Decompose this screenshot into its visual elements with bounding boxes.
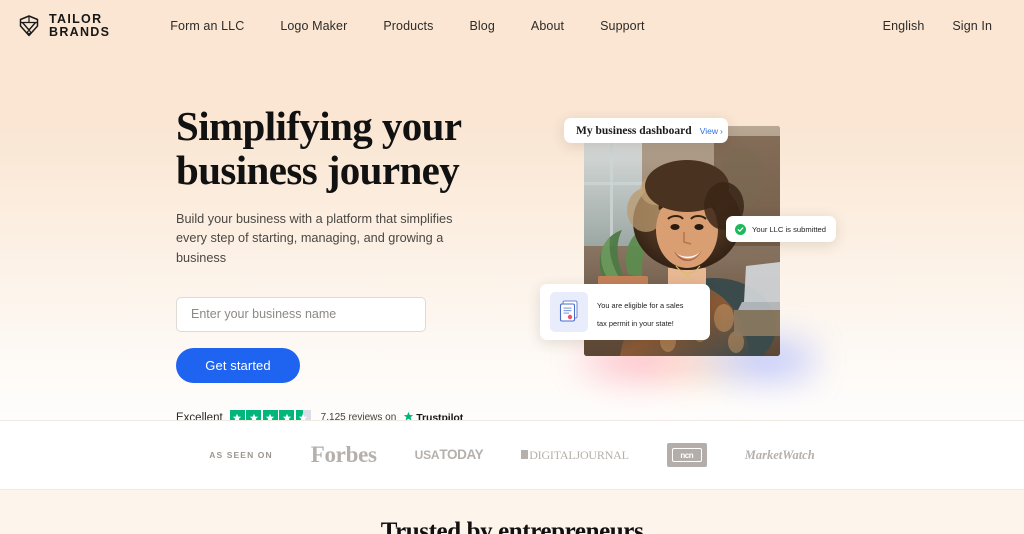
nav-item-form-an-llc[interactable]: Form an LLC xyxy=(152,19,262,33)
press-logo-usa-today: USA TODAY xyxy=(415,448,484,462)
headline-line-2: business journey xyxy=(176,146,460,193)
main-navbar: TAILOR BRANDS Form an LLC Logo Maker Pro… xyxy=(0,0,1024,52)
nav-right-group: English Sign In xyxy=(869,19,1006,33)
certificate-document-icon xyxy=(550,292,588,332)
press-logo-forbes: Forbes xyxy=(311,442,377,468)
nav-item-about[interactable]: About xyxy=(513,19,582,33)
nav-item-blog[interactable]: Blog xyxy=(451,19,512,33)
marketwatch-line-1: Market xyxy=(744,448,783,462)
business-name-input[interactable] xyxy=(176,296,426,332)
nav-item-support[interactable]: Support xyxy=(582,19,662,33)
forbes-logo-text: Forbes xyxy=(310,442,377,467)
brand-logo-text: TAILOR BRANDS xyxy=(49,13,110,39)
press-logos-bar: AS SEEN ON Forbes USA TODAY DIGITAL JOUR… xyxy=(0,420,1024,490)
llc-submitted-card: Your LLC is submitted xyxy=(726,216,836,242)
nav-links: Form an LLC Logo Maker Products Blog Abo… xyxy=(152,19,662,33)
check-circle-icon xyxy=(735,223,746,235)
landing-page: TAILOR BRANDS Form an LLC Logo Maker Pro… xyxy=(0,0,1024,534)
dashboard-card-title: My business dashboard xyxy=(576,124,692,137)
hero-background xyxy=(0,0,1024,420)
nav-item-logo-maker[interactable]: Logo Maker xyxy=(262,19,365,33)
shield-logo-icon xyxy=(16,13,42,39)
view-label: View xyxy=(699,125,718,136)
sales-tax-card-body: You are eligible for a sales tax permit … xyxy=(597,294,700,331)
business-dashboard-card[interactable]: My business dashboard View › xyxy=(564,118,728,143)
llc-submitted-text: Your LLC is submitted xyxy=(752,224,827,234)
press-logo-ncn: ncn xyxy=(666,443,707,467)
usatoday-line-2: TODAY xyxy=(439,447,484,463)
dashboard-view-link[interactable]: View › xyxy=(700,126,723,136)
sales-tax-text-line-2: tax permit in your state! xyxy=(597,318,674,328)
headline-line-1: Simplifying your xyxy=(176,103,462,149)
get-started-button[interactable]: Get started xyxy=(176,347,300,383)
ncn-logo-text: ncn xyxy=(671,448,702,462)
next-section-heading: Trusted by entrepreneurs xyxy=(380,518,644,534)
logo-line-2: BRANDS xyxy=(49,25,111,39)
marketwatch-line-2: Watch xyxy=(782,448,815,462)
hero-content: Simplifying your business journey Build … xyxy=(176,103,506,427)
page-title: Simplifying your business journey xyxy=(176,103,506,193)
usatoday-line-1: USA xyxy=(414,448,440,462)
as-seen-on-label: AS SEEN ON xyxy=(209,450,273,460)
nav-item-products[interactable]: Products xyxy=(365,19,451,33)
sales-tax-permit-card: You are eligible for a sales tax permit … xyxy=(540,284,710,340)
digital-journal-line-1: DIGITAL xyxy=(529,447,576,462)
digital-journal-square-icon xyxy=(521,450,529,460)
sign-in-link[interactable]: Sign In xyxy=(938,19,1006,33)
press-logo-digital-journal: DIGITAL JOURNAL xyxy=(521,447,629,462)
press-logo-marketwatch: Market Watch xyxy=(745,448,815,462)
brand-logo[interactable]: TAILOR BRANDS xyxy=(16,13,110,39)
hero-subheading: Build your business with a platform that… xyxy=(176,211,453,266)
digital-journal-line-2: JOURNAL xyxy=(575,447,629,462)
sales-tax-text-line-1: You are eligible for a sales xyxy=(597,300,684,310)
chevron-right-icon: › xyxy=(719,125,723,136)
language-selector[interactable]: English xyxy=(869,19,939,33)
hero-visual: My business dashboard View › Your LLC is… xyxy=(536,112,856,432)
next-section: Trusted by entrepreneurs xyxy=(0,490,1024,534)
